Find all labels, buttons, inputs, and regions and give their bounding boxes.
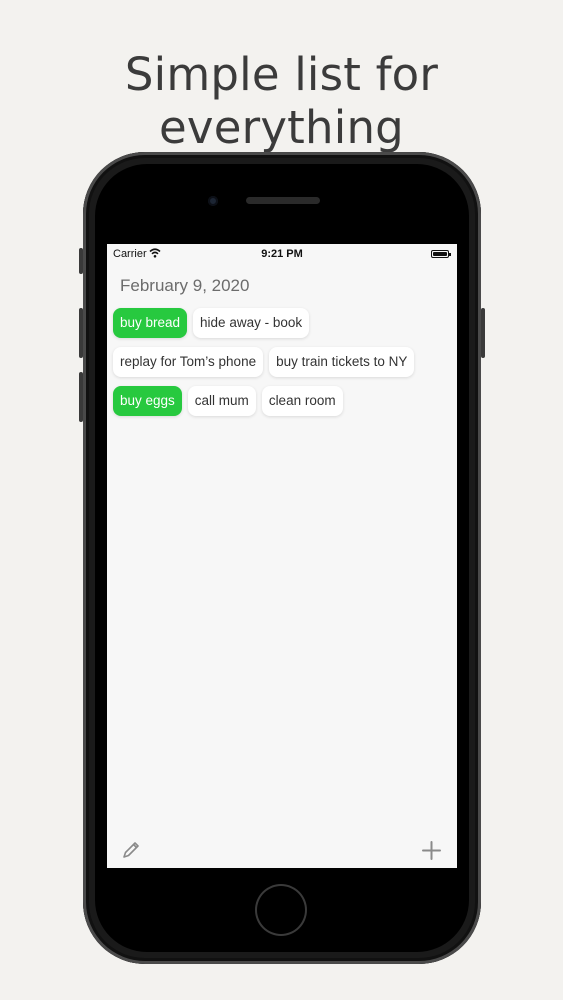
status-bar: Carrier 9:21 PM bbox=[107, 244, 457, 264]
task-chip[interactable]: call mum bbox=[187, 386, 256, 416]
task-row: buy bread hide away - book bbox=[113, 308, 310, 338]
list-date: February 9, 2020 bbox=[120, 276, 250, 295]
mute-switch bbox=[79, 248, 83, 274]
task-chip[interactable]: clean room bbox=[261, 386, 343, 416]
task-chip[interactable]: buy eggs bbox=[113, 386, 182, 416]
volume-down-button bbox=[79, 372, 83, 422]
home-button[interactable] bbox=[255, 884, 307, 936]
task-row: buy eggs call mum clean room bbox=[113, 386, 343, 416]
front-camera bbox=[208, 196, 218, 206]
task-row: replay for Tom’s phone buy train tickets… bbox=[113, 347, 415, 377]
volume-up-button bbox=[79, 308, 83, 358]
battery-icon bbox=[431, 250, 451, 258]
task-chip[interactable]: buy train tickets to NY bbox=[269, 347, 415, 377]
task-chip[interactable]: buy bread bbox=[113, 308, 188, 338]
plus-icon[interactable] bbox=[422, 841, 441, 860]
pencil-icon[interactable] bbox=[121, 840, 141, 860]
power-button bbox=[481, 308, 485, 358]
status-time: 9:21 PM bbox=[261, 248, 303, 260]
app-screen: Carrier 9:21 PM February 9, 2020 buy bre… bbox=[107, 244, 457, 868]
earpiece-speaker bbox=[246, 197, 320, 204]
headline: Simple list for everything bbox=[124, 48, 439, 154]
task-chip[interactable]: hide away - book bbox=[193, 308, 310, 338]
task-chip[interactable]: replay for Tom’s phone bbox=[113, 347, 264, 377]
